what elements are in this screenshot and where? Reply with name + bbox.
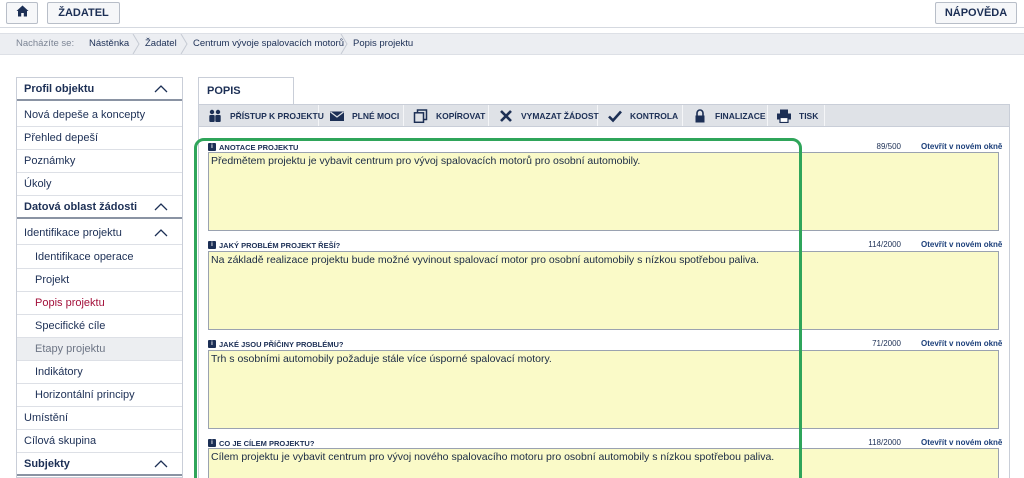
vymazat-zadost-button[interactable]: VYMAZAT ŽÁDOST bbox=[490, 105, 599, 126]
info-icon: i bbox=[208, 143, 216, 151]
sidebar-item-label: Identifikace projektu bbox=[24, 227, 122, 239]
sidebar-item-identifikace-projektu[interactable]: Identifikace projektu bbox=[17, 222, 182, 245]
field-label-text: CO JE CÍLEM PROJEKTU? bbox=[219, 438, 315, 448]
anotace-textarea[interactable]: Předmětem projektu je vybavit centrum pr… bbox=[208, 152, 999, 231]
tisk-button[interactable]: TISK bbox=[769, 105, 825, 126]
info-icon: i bbox=[208, 340, 216, 348]
toolbar-button-label: FINALIZACE bbox=[715, 110, 766, 121]
breadcrumb-separator-icon bbox=[180, 33, 188, 55]
breadcrumb-separator-icon bbox=[132, 33, 140, 55]
chevron-up-icon bbox=[154, 460, 168, 468]
pristup-k-projektu-button[interactable]: PŘÍSTUP K PROJEKTU bbox=[199, 105, 324, 126]
sidebar-item-projekt[interactable]: Projekt bbox=[17, 269, 182, 292]
top-bar: ŽADATEL NÁPOVĚDA bbox=[0, 0, 1024, 28]
sidebar-item-subjekty[interactable]: Subjekty bbox=[17, 453, 182, 476]
open-new-window-link[interactable]: Otevřít v novém okně bbox=[921, 239, 1002, 251]
sidebar-item-label: Datová oblast žádosti bbox=[24, 201, 138, 213]
sidebar-item-specificke-cile[interactable]: Specifické cíle bbox=[17, 315, 182, 338]
sidebar-item-datova-oblast[interactable]: Datová oblast žádosti bbox=[17, 196, 182, 219]
char-counter: 114/2000 bbox=[868, 240, 901, 249]
field-label-text: JAKÝ PROBLÉM PROJEKT ŘEŠÍ? bbox=[219, 240, 341, 250]
sidebar-item-cilova-skupina[interactable]: Cílová skupina bbox=[17, 430, 182, 453]
breadcrumb-item-current: Popis projektu bbox=[353, 38, 414, 49]
priciny-textarea[interactable]: Trh s osobními automobily požaduje stále… bbox=[208, 350, 999, 429]
zadatel-button[interactable]: ŽADATEL bbox=[47, 2, 120, 24]
field-label-text: ANOTACE PROJEKTU bbox=[219, 142, 299, 152]
sidebar-item-horizontalni-principy[interactable]: Horizontální principy bbox=[17, 384, 182, 407]
home-button[interactable] bbox=[6, 2, 38, 24]
toolbar-button-label: KOPÍROVAT bbox=[436, 110, 486, 121]
plne-moci-button[interactable]: PLNÉ MOCI bbox=[320, 105, 404, 126]
sidebar-item-indikatory[interactable]: Indikátory bbox=[17, 361, 182, 384]
info-icon: i bbox=[208, 439, 216, 447]
breadcrumb: Nacházíte se: Nástěnka Žadatel Centrum v… bbox=[0, 33, 1024, 55]
sidebar-item-etapy-projektu: Etapy projektu bbox=[17, 338, 182, 361]
breadcrumb-item-zadatel[interactable]: Žadatel bbox=[145, 34, 177, 54]
sidebar-item-poznamky[interactable]: Poznámky bbox=[17, 150, 182, 173]
chevron-up-icon bbox=[154, 203, 168, 211]
sidebar-item-profil-objektu[interactable]: Profil objektu bbox=[17, 78, 182, 101]
delete-icon bbox=[498, 109, 514, 123]
print-icon bbox=[776, 109, 792, 123]
sidebar-item-popis-projektu[interactable]: Popis projektu bbox=[17, 292, 182, 315]
toolbar-button-label: TISK bbox=[799, 110, 819, 121]
check-icon bbox=[607, 109, 623, 123]
breadcrumb-separator-icon bbox=[340, 33, 348, 55]
sidebar-item-nova-depese[interactable]: Nová depeše a koncepty bbox=[17, 104, 182, 127]
open-new-window-link[interactable]: Otevřít v novém okně bbox=[921, 338, 1002, 350]
toolbar-button-label: VYMAZAT ŽÁDOST bbox=[521, 110, 599, 121]
breadcrumb-item-nastenka[interactable]: Nástěnka bbox=[89, 34, 129, 54]
sidebar-item-umisteni[interactable]: Umístění bbox=[17, 407, 182, 430]
toolbar: PŘÍSTUP K PROJEKTU PLNÉ MOCI KOPÍROVAT V… bbox=[198, 104, 1010, 127]
toolbar-button-label: PLNÉ MOCI bbox=[352, 110, 400, 121]
sidebar-item-identifikace-operace[interactable]: Identifikace operace bbox=[17, 246, 182, 269]
toolbar-button-label: KONTROLA bbox=[630, 110, 679, 121]
copy-icon bbox=[413, 108, 429, 123]
field-label-priciny: i JAKÉ JSOU PŘÍČINY PROBLÉMU? bbox=[208, 338, 343, 350]
home-icon bbox=[16, 4, 29, 22]
chevron-up-icon bbox=[154, 229, 168, 237]
sidebar: Profil objektu Nová depeše a koncepty Př… bbox=[16, 77, 183, 478]
sidebar-item-label: Profil objektu bbox=[24, 83, 95, 95]
kopirovat-button[interactable]: KOPÍROVAT bbox=[405, 105, 489, 126]
field-label-problem: i JAKÝ PROBLÉM PROJEKT ŘEŠÍ? bbox=[208, 239, 340, 251]
help-button[interactable]: NÁPOVĚDA bbox=[935, 2, 1017, 24]
lock-icon bbox=[692, 108, 708, 123]
problem-textarea[interactable]: Na základě realizace projektu bude možné… bbox=[208, 251, 999, 330]
tab-popis-projektu[interactable]: POPIS PROJEKTU bbox=[198, 77, 294, 124]
info-icon: i bbox=[208, 241, 216, 249]
breadcrumb-item-project[interactable]: Centrum vývoje spalovacích motorů bbox=[193, 34, 344, 54]
cil-textarea[interactable]: Cílem projektu je vybavit centrum pro vý… bbox=[208, 448, 999, 478]
envelope-icon bbox=[329, 109, 345, 123]
breadcrumb-label: Nacházíte se: bbox=[16, 38, 75, 49]
sidebar-item-label: Subjekty bbox=[24, 458, 70, 470]
finalizace-button[interactable]: FINALIZACE bbox=[684, 105, 768, 126]
sidebar-item-prehled-depesi[interactable]: Přehled depeší bbox=[17, 127, 182, 150]
toolbar-button-label: PŘÍSTUP K PROJEKTU bbox=[230, 110, 324, 121]
chevron-up-icon bbox=[154, 85, 168, 93]
sidebar-item-ukoly[interactable]: Úkoly bbox=[17, 173, 182, 196]
char-counter: 71/2000 bbox=[872, 339, 901, 348]
kontrola-button[interactable]: KONTROLA bbox=[599, 105, 683, 126]
people-icon bbox=[207, 109, 223, 123]
field-label-text: JAKÉ JSOU PŘÍČINY PROBLÉMU? bbox=[219, 339, 344, 349]
